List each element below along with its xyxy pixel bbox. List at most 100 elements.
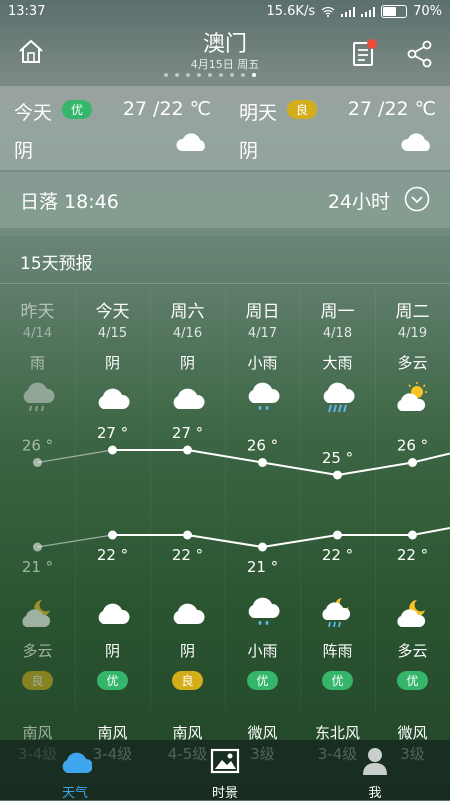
battery-icon (381, 5, 407, 18)
tomorrow-summary[interactable]: 明天 良 27 /22 ℃ 阴 (225, 86, 450, 170)
day-condition: 大雨 (300, 352, 375, 373)
high-segment (413, 454, 450, 463)
shower-night-icon (320, 596, 356, 630)
night-condition: 小雨 (225, 640, 300, 661)
today-tomorrow-panel[interactable]: 今天 优 27 /22 ℃ 阴 明天 良 27 /22 ℃ 阴 (0, 86, 450, 170)
low-point (183, 531, 192, 540)
day-date: 4/14 (0, 326, 75, 341)
page-dot (208, 73, 212, 77)
night-condition: 阴 (75, 640, 150, 661)
page-dot (219, 73, 223, 77)
page-dot (186, 73, 190, 77)
high-point (408, 458, 417, 467)
temperature-chart: 26 °27 °27 °26 °25 °26 °21 °22 °22 °21 °… (0, 420, 450, 590)
high-point (333, 471, 342, 480)
wifi-icon (321, 7, 335, 17)
header-date: 4月15日 周五 (0, 56, 450, 72)
page-indicator (164, 73, 256, 77)
cloudy-icon (400, 131, 434, 153)
day-name: 周二 (375, 297, 450, 322)
high-temp-label: 26 ° (22, 437, 53, 455)
signal-icon-2 (361, 7, 375, 17)
header: 澳门 4月15日 周五 (0, 24, 450, 82)
chevron-down-icon[interactable] (404, 186, 430, 212)
today-summary[interactable]: 今天 优 27 /22 ℃ 阴 (0, 86, 225, 170)
day-condition: 小雨 (225, 352, 300, 373)
aqi-badge: 优 (97, 671, 127, 690)
tomorrow-temp: 27 /22 ℃ (348, 98, 436, 120)
high-temp-label: 27 ° (97, 424, 128, 442)
low-temp-label: 22 ° (322, 546, 353, 564)
low-temp-label: 21 ° (22, 558, 53, 576)
day-name: 周一 (300, 297, 375, 322)
high-temp-label: 26 ° (397, 437, 428, 455)
nav-me-label: 我 (300, 782, 450, 801)
low-temp-label: 22 ° (97, 546, 128, 564)
share-icon[interactable] (406, 40, 434, 68)
signal-icon (341, 7, 355, 17)
hourly-toggle-label[interactable]: 24小时 (328, 187, 390, 214)
heavy-rain-icon (320, 381, 356, 415)
page-dot (241, 73, 245, 77)
nav-weather[interactable]: 天气 (0, 740, 150, 800)
high-temp-label: 25 ° (322, 449, 353, 467)
day-name: 周日 (225, 297, 300, 322)
partly-cloudy-icon (395, 381, 431, 415)
night-condition: 阵雨 (300, 640, 375, 661)
nav-weather-label: 天气 (0, 782, 150, 801)
high-point (33, 458, 42, 467)
low-point (258, 543, 267, 552)
aqi-badge: 良 (172, 671, 202, 690)
today-cond: 阴 (14, 136, 33, 163)
user-icon (360, 746, 390, 776)
night-condition: 多云 (375, 640, 450, 661)
night-condition: 多云 (0, 640, 75, 661)
partly-cloudy-night-icon (20, 596, 56, 630)
low-point (108, 531, 117, 540)
high-point (108, 446, 117, 455)
low-point (33, 543, 42, 552)
tomorrow-aqi-badge: 良 (287, 100, 317, 119)
page-dot (197, 73, 201, 77)
day-date: 4/16 (150, 326, 225, 341)
light-rain-icon (245, 596, 281, 630)
high-point (183, 446, 192, 455)
light-rain-icon (245, 381, 281, 415)
page-dot (252, 73, 256, 77)
forecast-title: 15天预报 (20, 249, 93, 274)
nav-scene-label: 时景 (150, 782, 300, 801)
aqi-badge: 良 (22, 671, 52, 690)
network-speed: 15.6K/s (266, 4, 315, 19)
news-icon[interactable] (352, 38, 378, 68)
divider (0, 283, 450, 284)
sunset-bar[interactable]: 日落 18:46 24小时 (0, 172, 450, 228)
high-point (258, 458, 267, 467)
day-condition: 多云 (375, 352, 450, 373)
nav-scene[interactable]: 时景 (150, 740, 300, 800)
aqi-badge: 优 (247, 671, 277, 690)
aqi-badge: 优 (322, 671, 352, 690)
low-temp-label: 22 ° (397, 546, 428, 564)
picture-icon (210, 746, 240, 776)
tomorrow-label: 明天 (239, 98, 277, 125)
cloudy-icon (95, 596, 131, 630)
status-time: 13:37 (8, 4, 45, 19)
day-condition: 阴 (75, 352, 150, 373)
day-name: 今天 (75, 297, 150, 322)
today-label: 今天 (14, 98, 52, 125)
day-name: 昨天 (0, 297, 75, 322)
cloudy-icon (170, 596, 206, 630)
cloudy-icon (175, 131, 209, 153)
day-date: 4/18 (300, 326, 375, 341)
day-name: 周六 (150, 297, 225, 322)
aqi-badge: 优 (397, 671, 427, 690)
day-date: 4/15 (75, 326, 150, 341)
page-dot (175, 73, 179, 77)
high-temp-label: 26 ° (247, 437, 278, 455)
status-bar: 13:37 15.6K/s 70% (0, 0, 450, 24)
nav-me[interactable]: 我 (300, 740, 450, 800)
cloudy-icon (170, 381, 206, 415)
city-name[interactable]: 澳门 (0, 26, 450, 58)
night-condition: 阴 (150, 640, 225, 661)
tomorrow-cond: 阴 (239, 136, 258, 163)
